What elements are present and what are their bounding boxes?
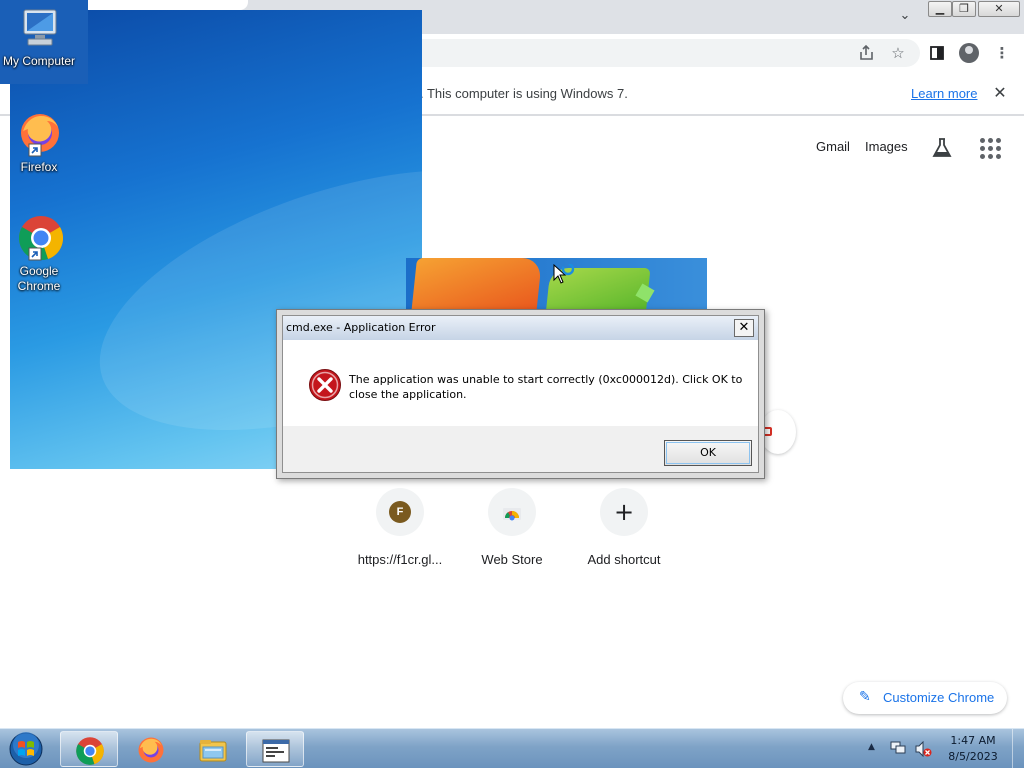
shortcut-label: Web Store: [481, 552, 543, 567]
chrome-icon: [76, 737, 104, 765]
start-button[interactable]: [4, 730, 48, 768]
dialog-title: cmd.exe - Application Error: [286, 321, 436, 334]
application-error-dialog: cmd.exe - Application Error ✕ The applic…: [276, 309, 765, 479]
profile-avatar-icon[interactable]: [958, 42, 980, 64]
taskbar-explorer[interactable]: [184, 731, 242, 767]
active-tab[interactable]: [88, 0, 248, 10]
customize-chrome-label: Customize Chrome: [883, 690, 995, 705]
site-favicon: F: [389, 501, 411, 523]
restore-button[interactable]: ❐: [952, 1, 976, 17]
error-icon: [309, 369, 341, 401]
chrome-menu-icon[interactable]: ⋮: [991, 42, 1013, 64]
taskbar-chrome[interactable]: [60, 731, 118, 767]
dialog-footer: OK: [283, 426, 758, 472]
plus-icon: +: [613, 498, 635, 526]
clock-time: 1:47 AM: [950, 734, 996, 747]
busy-cursor-icon: [553, 264, 575, 284]
network-icon[interactable]: [890, 741, 906, 755]
labs-flask-icon[interactable]: [930, 136, 954, 160]
chrome-icon: [18, 216, 63, 261]
learn-more-link[interactable]: Learn more: [911, 86, 977, 101]
desktop-icon-firefox[interactable]: Firefox: [0, 110, 78, 175]
explorer-icon: [199, 740, 227, 762]
pencil-icon: ✎: [859, 689, 871, 705]
web-store-shortcut[interactable]: Web Store: [457, 488, 567, 567]
show-desktop-button[interactable]: [1012, 729, 1024, 768]
google-apps-icon[interactable]: [979, 137, 1001, 159]
cmd-icon: [262, 739, 290, 763]
taskbar-cmd[interactable]: [246, 731, 304, 767]
shortcut-label: Add shortcut: [587, 552, 661, 567]
side-panel-icon[interactable]: [926, 42, 948, 64]
firefox-icon: [21, 114, 59, 157]
web-store-icon: [488, 488, 536, 536]
dialog-close-button[interactable]: ✕: [734, 319, 754, 337]
infobar-message: . This computer is using Windows 7.: [420, 86, 628, 101]
dialog-title-bar[interactable]: cmd.exe - Application Error ✕: [283, 316, 758, 340]
tab-search-chevron-icon[interactable]: ⌄: [896, 8, 914, 26]
clock-date: 8/5/2023: [948, 750, 998, 763]
gmail-link[interactable]: Gmail: [816, 139, 850, 154]
taskbar: ▲ 1:47 AM 8/5/2023: [0, 728, 1024, 768]
desktop-icon-my-computer[interactable]: My Computer: [0, 6, 78, 69]
taskbar-firefox[interactable]: [122, 731, 180, 767]
firefox-icon: [138, 737, 164, 763]
shortcut-tile[interactable]: F https://f1cr.gl...: [345, 488, 455, 567]
desktop-icons: My Computer Firefox Google Chrome: [0, 0, 88, 300]
add-shortcut-button[interactable]: + Add shortcut: [569, 488, 679, 567]
images-link[interactable]: Images: [865, 139, 908, 154]
computer-icon: [23, 9, 57, 46]
error-message: The application was unable to start corr…: [349, 373, 743, 401]
show-hidden-icons-icon[interactable]: ▲: [868, 742, 875, 752]
minimize-button[interactable]: ▁: [928, 1, 952, 17]
shortcut-label: https://f1cr.gl...: [357, 552, 443, 567]
close-window-button[interactable]: ✕: [978, 1, 1020, 17]
infobar-close-icon[interactable]: ✕: [990, 83, 1010, 103]
system-clock[interactable]: 1:47 AM 8/5/2023: [942, 733, 1004, 765]
desktop-icon-label: Google Chrome: [17, 264, 61, 293]
desktop-icon-label: My Computer: [2, 54, 76, 68]
windows-start-icon: [9, 732, 43, 766]
desktop-icon-google-chrome[interactable]: Google Chrome: [0, 214, 78, 294]
bookmark-star-icon[interactable]: ☆: [887, 42, 909, 64]
desktop-icon-label: Firefox: [20, 160, 58, 174]
shortcut-tile-partial[interactable]: [760, 410, 796, 454]
dialog-body: The application was unable to start corr…: [283, 340, 758, 426]
volume-muted-icon[interactable]: [914, 741, 932, 757]
ok-button[interactable]: OK: [664, 440, 752, 466]
customize-chrome-button[interactable]: ✎ Customize Chrome: [843, 682, 1007, 714]
share-icon[interactable]: [855, 42, 877, 64]
